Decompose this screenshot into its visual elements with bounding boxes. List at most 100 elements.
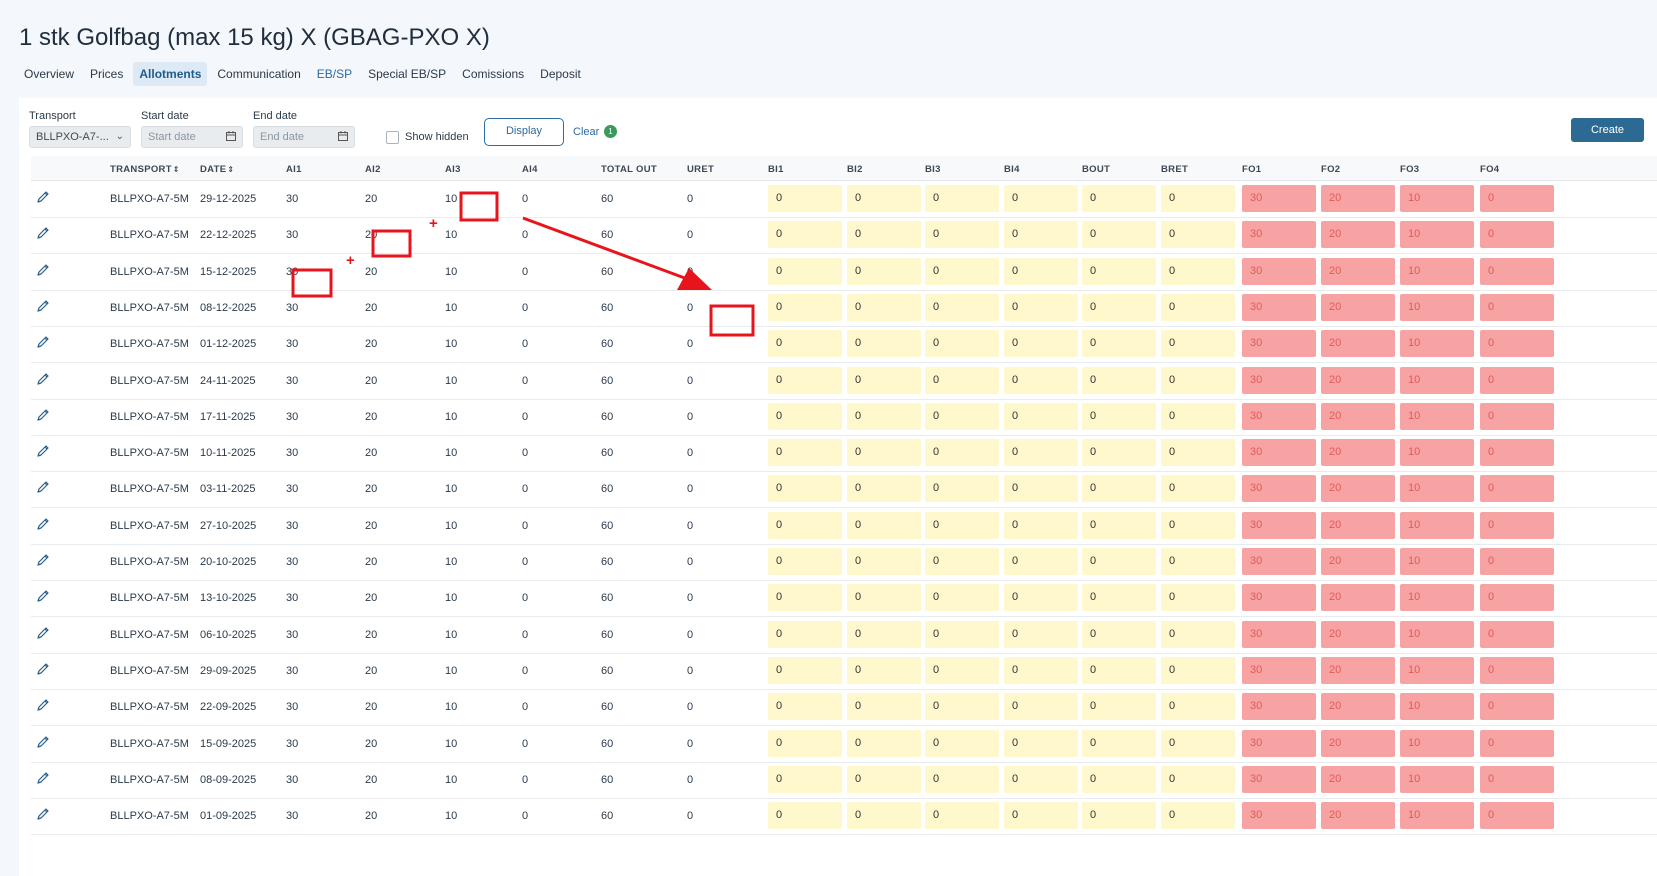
cell-fo3[interactable]: 10 [1400,511,1474,539]
pencil-icon[interactable] [36,299,50,313]
cell-fo2[interactable]: 20 [1321,330,1395,358]
cell-bi4[interactable]: 0 [1004,475,1078,503]
cell-bret[interactable]: 0 [1161,330,1235,358]
cell-fo2[interactable]: 20 [1321,693,1395,721]
cell-bi2[interactable]: 0 [847,765,921,793]
cell-bi2[interactable]: 0 [847,185,921,212]
cell-bi2[interactable]: 0 [847,402,921,430]
cell-bi3[interactable]: 0 [925,584,999,612]
cell-fo3[interactable]: 10 [1400,656,1474,684]
cell-fo1[interactable]: 30 [1242,402,1316,430]
cell-bi2[interactable]: 0 [847,693,921,721]
cell-fo4[interactable]: 0 [1480,656,1554,684]
pencil-icon[interactable] [36,226,50,240]
cell-bout[interactable]: 0 [1082,221,1156,249]
cell-bi4[interactable]: 0 [1004,765,1078,793]
cell-fo4[interactable]: 0 [1480,439,1554,467]
cell-fo3[interactable]: 10 [1400,439,1474,467]
cell-bi4[interactable]: 0 [1004,293,1078,321]
cell-fo1[interactable]: 30 [1242,548,1316,575]
cell-bi1[interactable]: 0 [768,620,842,648]
cell-bi3[interactable]: 0 [925,439,999,467]
cell-bret[interactable]: 0 [1161,475,1235,503]
cell-fo1[interactable]: 30 [1242,656,1316,684]
start-date-input[interactable]: Start date [141,126,243,148]
cell-bi3[interactable]: 0 [925,366,999,394]
cell-bi4[interactable]: 0 [1004,330,1078,358]
cell-bi1[interactable]: 0 [768,693,842,721]
cell-fo1[interactable]: 30 [1242,221,1316,249]
cell-fo2[interactable]: 20 [1321,293,1395,321]
cell-bout[interactable]: 0 [1082,548,1156,575]
cell-bi1[interactable]: 0 [768,656,842,684]
cell-bret[interactable]: 0 [1161,439,1235,467]
cell-bi3[interactable]: 0 [925,402,999,430]
pencil-icon[interactable] [36,263,50,277]
pencil-icon[interactable] [36,480,50,494]
cell-bi3[interactable]: 0 [925,475,999,503]
cell-bi2[interactable]: 0 [847,656,921,684]
tab-prices[interactable]: Prices [84,62,129,86]
cell-fo1[interactable]: 30 [1242,729,1316,757]
end-date-input[interactable]: End date [253,126,355,148]
cell-fo2[interactable]: 20 [1321,185,1395,212]
cell-fo2[interactable]: 20 [1321,257,1395,285]
cell-bi1[interactable]: 0 [768,475,842,503]
cell-bi4[interactable]: 0 [1004,620,1078,648]
cell-bout[interactable]: 0 [1082,366,1156,394]
cell-bi3[interactable]: 0 [925,656,999,684]
tab-communication[interactable]: Communication [211,62,306,86]
column-header-transport[interactable]: TRANSPORT⇕ [110,164,180,175]
cell-bout[interactable]: 0 [1082,729,1156,757]
cell-fo4[interactable]: 0 [1480,548,1554,575]
cell-bi4[interactable]: 0 [1004,802,1078,830]
transport-select[interactable]: BLLPXO-A7-... ⌄ [29,126,131,148]
cell-fo2[interactable]: 20 [1321,439,1395,467]
cell-bi3[interactable]: 0 [925,693,999,721]
cell-bi4[interactable]: 0 [1004,548,1078,575]
cell-fo3[interactable]: 10 [1400,221,1474,249]
cell-fo2[interactable]: 20 [1321,656,1395,684]
cell-fo1[interactable]: 30 [1242,439,1316,467]
cell-fo1[interactable]: 30 [1242,802,1316,830]
tab-comissions[interactable]: Comissions [456,62,530,86]
cell-bret[interactable]: 0 [1161,802,1235,830]
cell-fo1[interactable]: 30 [1242,185,1316,212]
cell-bi4[interactable]: 0 [1004,402,1078,430]
cell-bret[interactable]: 0 [1161,729,1235,757]
cell-fo4[interactable]: 0 [1480,402,1554,430]
pencil-icon[interactable] [36,589,50,603]
cell-fo1[interactable]: 30 [1242,584,1316,612]
pencil-icon[interactable] [36,335,50,349]
cell-fo3[interactable]: 10 [1400,402,1474,430]
cell-bi1[interactable]: 0 [768,221,842,249]
pencil-icon[interactable] [36,626,50,640]
cell-bi2[interactable]: 0 [847,366,921,394]
cell-bret[interactable]: 0 [1161,511,1235,539]
cell-bi2[interactable]: 0 [847,548,921,575]
cell-bout[interactable]: 0 [1082,765,1156,793]
cell-fo2[interactable]: 20 [1321,548,1395,575]
pencil-icon[interactable] [36,190,50,204]
clear-link[interactable]: Clear [573,126,599,138]
cell-bi3[interactable]: 0 [925,257,999,285]
cell-bi3[interactable]: 0 [925,765,999,793]
cell-bi1[interactable]: 0 [768,366,842,394]
tab-special-eb-sp[interactable]: Special EB/SP [362,62,452,86]
pencil-icon[interactable] [36,771,50,785]
cell-fo2[interactable]: 20 [1321,620,1395,648]
tab-allotments[interactable]: Allotments [133,62,208,86]
cell-fo2[interactable]: 20 [1321,366,1395,394]
cell-bi3[interactable]: 0 [925,221,999,249]
cell-fo1[interactable]: 30 [1242,475,1316,503]
cell-bi2[interactable]: 0 [847,511,921,539]
cell-bi3[interactable]: 0 [925,185,999,212]
cell-bi1[interactable]: 0 [768,293,842,321]
cell-bi4[interactable]: 0 [1004,439,1078,467]
cell-bi1[interactable]: 0 [768,185,842,212]
cell-bi1[interactable]: 0 [768,548,842,575]
cell-fo4[interactable]: 0 [1480,366,1554,394]
cell-fo2[interactable]: 20 [1321,221,1395,249]
pencil-icon[interactable] [36,662,50,676]
cell-bout[interactable]: 0 [1082,185,1156,212]
